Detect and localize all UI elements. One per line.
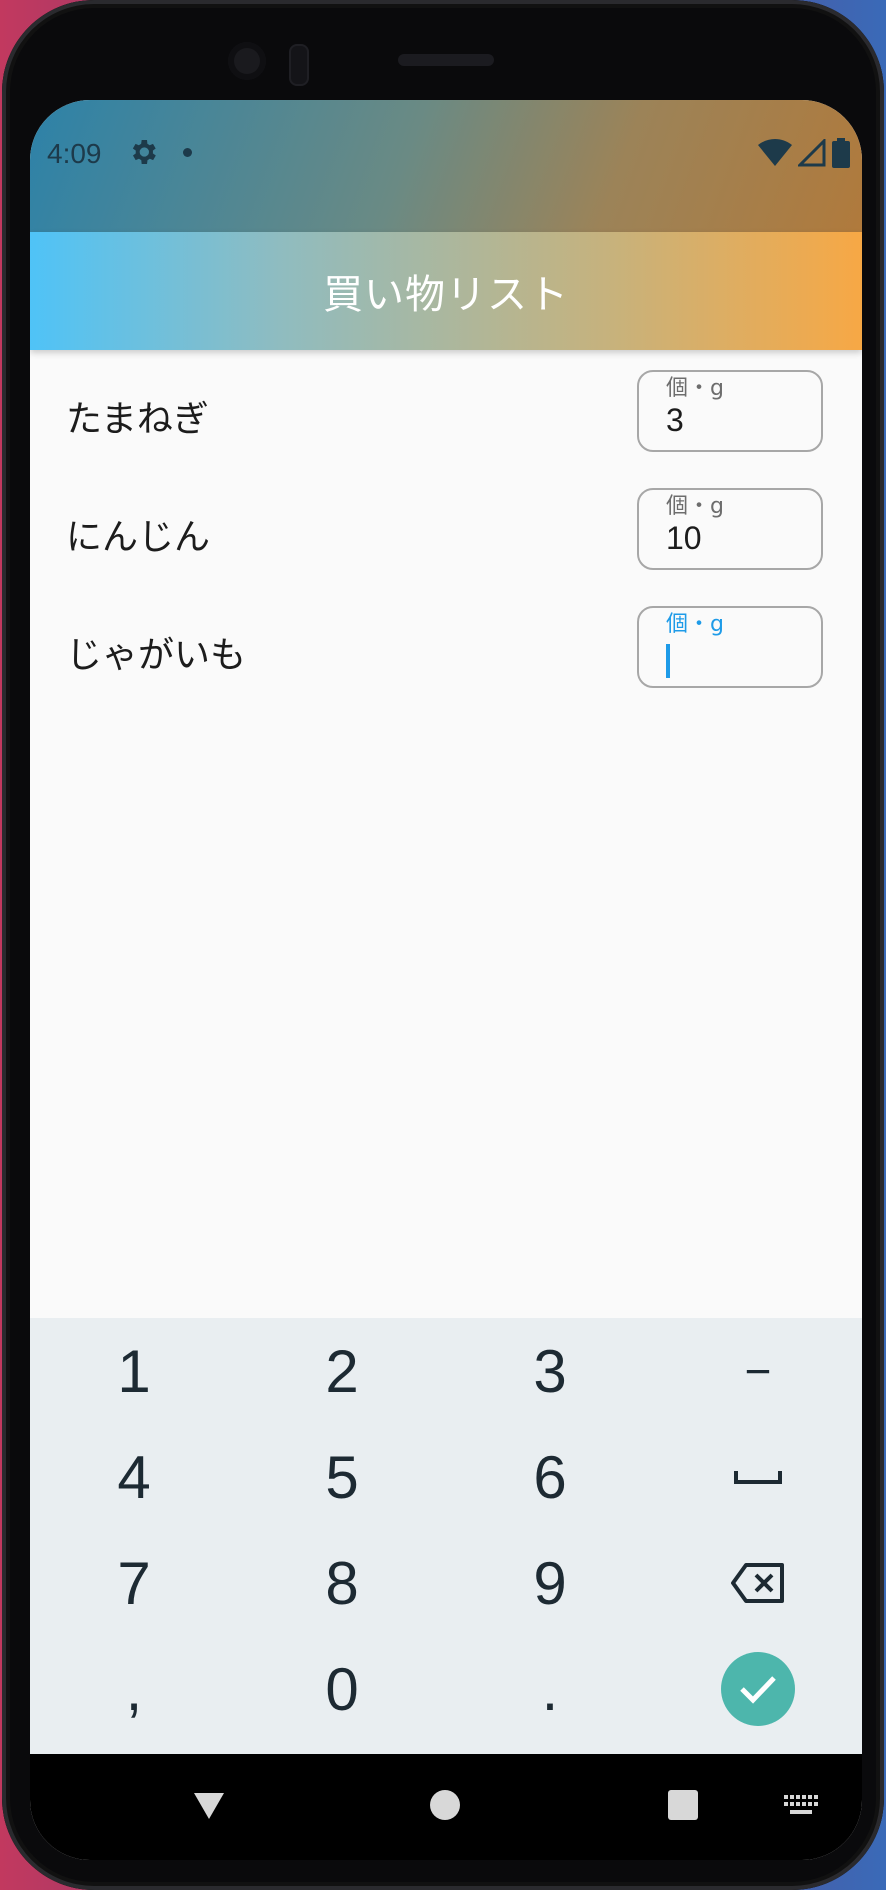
system-icons <box>758 136 850 170</box>
item-name: たまねぎ <box>66 399 209 440</box>
cell-signal-icon <box>798 139 826 167</box>
back-button[interactable] <box>188 1786 230 1826</box>
key-5[interactable]: 5 <box>238 1424 446 1530</box>
home-icon <box>430 1790 460 1820</box>
app-bar: 買い物リスト <box>30 232 862 350</box>
list-item: にんじん 個・g 10 <box>30 468 862 586</box>
key-6[interactable]: 6 <box>446 1424 654 1530</box>
key-space[interactable] <box>654 1424 862 1530</box>
backspace-icon <box>731 1563 784 1603</box>
battery-icon <box>832 138 850 168</box>
item-name: にんじん <box>66 517 211 558</box>
wifi-icon <box>758 139 792 166</box>
quantity-field-label: 個・g <box>666 612 724 637</box>
key-4[interactable]: 4 <box>30 1424 238 1530</box>
status-time: 4:09 <box>47 138 102 169</box>
notification-dot-icon <box>183 148 192 157</box>
key-1[interactable]: 1 <box>30 1318 238 1424</box>
back-icon <box>194 1793 224 1819</box>
proximity-sensor <box>289 44 309 86</box>
quantity-field-label: 個・g <box>666 494 724 519</box>
quantity-value: 10 <box>666 520 702 556</box>
phone-frame: 4:09 買い物リスト たまねぎ 個・g 3 にんじん 個・g 10 じゃがいも… <box>2 0 884 1890</box>
key-2[interactable]: 2 <box>238 1318 446 1424</box>
front-camera <box>228 42 266 80</box>
page-title: 買い物リスト <box>323 272 569 318</box>
space-icon <box>734 1471 782 1484</box>
item-name: じゃがいも <box>66 635 247 676</box>
quantity-field-focused[interactable]: 個・g <box>637 606 823 688</box>
key-minus[interactable]: − <box>654 1318 862 1424</box>
gear-icon <box>132 140 156 164</box>
text-cursor <box>666 644 670 678</box>
done-button[interactable] <box>721 1652 795 1726</box>
key-0[interactable]: 0 <box>238 1636 446 1742</box>
check-icon <box>740 1676 776 1704</box>
keyboard-switch-icon <box>784 1795 818 1814</box>
list-item: たまねぎ 個・g 3 <box>30 350 862 468</box>
screen: 4:09 買い物リスト たまねぎ 個・g 3 にんじん 個・g 10 じゃがいも… <box>30 100 862 1860</box>
key-period[interactable]: . <box>446 1636 654 1742</box>
recents-button[interactable] <box>666 1788 700 1822</box>
keyboard-switch-button[interactable] <box>782 1794 822 1818</box>
recents-icon <box>668 1790 698 1820</box>
key-3[interactable]: 3 <box>446 1318 654 1424</box>
status-bar: 4:09 <box>30 100 862 232</box>
home-button[interactable] <box>428 1788 462 1822</box>
quantity-field-label: 個・g <box>666 376 724 401</box>
key-backspace[interactable] <box>654 1530 862 1636</box>
quantity-field[interactable]: 個・g 10 <box>637 488 823 570</box>
list-item: じゃがいも 個・g <box>30 586 862 704</box>
quantity-value: 3 <box>666 402 684 438</box>
key-done[interactable] <box>654 1636 862 1742</box>
key-9[interactable]: 9 <box>446 1530 654 1636</box>
navigation-bar <box>30 1754 862 1860</box>
numeric-keyboard: 1 2 3 − 4 5 6 7 8 9 , 0 . <box>30 1318 862 1754</box>
quantity-field[interactable]: 個・g 3 <box>637 370 823 452</box>
key-comma[interactable]: , <box>30 1636 238 1742</box>
key-7[interactable]: 7 <box>30 1530 238 1636</box>
earpiece-speaker <box>398 54 494 66</box>
shopping-list: たまねぎ 個・g 3 にんじん 個・g 10 じゃがいも 個・g <box>30 350 862 704</box>
key-8[interactable]: 8 <box>238 1530 446 1636</box>
